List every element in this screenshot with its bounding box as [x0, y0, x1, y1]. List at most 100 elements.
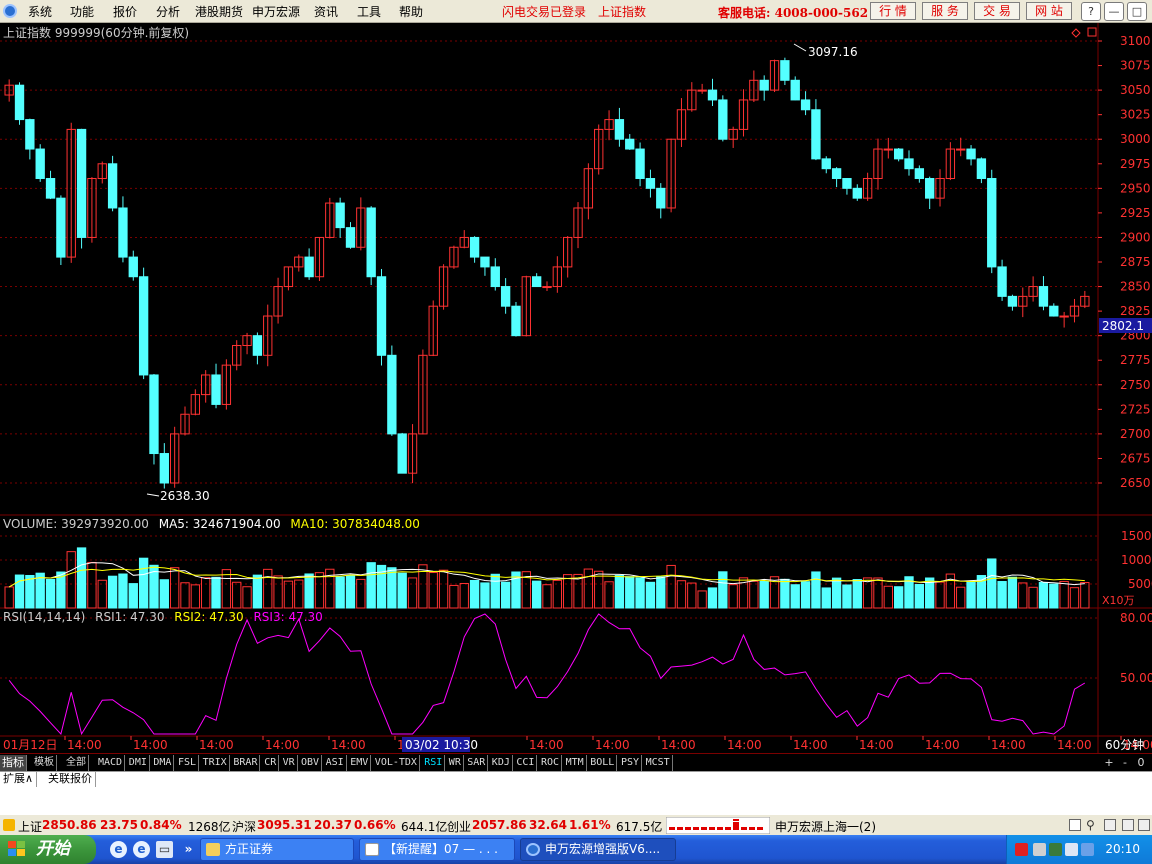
calc-icon[interactable]	[1122, 819, 1134, 831]
indicator-tab-kdj[interactable]: KDJ	[490, 755, 513, 771]
axes: 3100 3075 3050 3025 3000 2975 2950 2925 2900 2875…	[1098, 34, 1152, 685]
volume-bar	[1038, 581, 1049, 609]
indicator-tab-mcst[interactable]: MCST	[644, 755, 673, 771]
task-reminder[interactable]: 【新提醒】07 — . . .	[359, 838, 515, 861]
indicator-tab-dma[interactable]: DMA	[151, 755, 175, 771]
hs-change: 20.37	[314, 818, 352, 832]
indicator-tab-dmi[interactable]: DMI	[127, 755, 150, 771]
indicator-tab-asi[interactable]: ASI	[324, 755, 347, 771]
volume-icon[interactable]	[1033, 843, 1046, 856]
diamond-icon[interactable]	[1071, 28, 1081, 38]
volume-bar	[552, 579, 563, 609]
cy-value: 2057.86	[472, 818, 527, 832]
candle-body	[914, 168, 925, 180]
menu-analysis[interactable]: 分析	[156, 3, 180, 20]
indicator-tab-sar[interactable]: SAR	[465, 755, 489, 771]
indicator-tab-wr[interactable]: WR	[447, 755, 464, 771]
trade-button[interactable]: 交 易	[974, 2, 1020, 20]
cy-label[interactable]: 创业	[447, 818, 471, 835]
volume-bar	[138, 557, 149, 609]
indicator-tab-boll[interactable]: BOLL	[588, 755, 618, 771]
service-button[interactable]: 服 务	[922, 2, 968, 20]
volume-bar	[211, 576, 221, 609]
indicator-tab-vr[interactable]: VR	[281, 755, 298, 771]
show-desktop-icon[interactable]: ▭	[156, 841, 173, 858]
security-icon[interactable]	[1081, 843, 1094, 856]
chevron-right-icon[interactable]: »	[180, 841, 197, 858]
menu-function[interactable]: 功能	[70, 3, 94, 20]
indicator-tab-模板[interactable]: 模板	[32, 755, 57, 771]
indicator-tab-psy[interactable]: PSY	[619, 755, 643, 771]
volume-axis-label: 15000	[1121, 529, 1152, 543]
candle-body	[707, 89, 718, 101]
indicator-tab-fsl[interactable]: FSL	[176, 755, 200, 771]
menu-quote[interactable]: 报价	[113, 3, 137, 20]
status-window-icon[interactable]	[1069, 819, 1081, 831]
indicator-tab-全部[interactable]: 全部	[64, 755, 89, 771]
sh-label[interactable]: 上证	[18, 818, 42, 835]
reset-button[interactable]: 0	[1134, 755, 1148, 770]
volume-bar	[790, 584, 800, 609]
hs-pct: 0.66%	[354, 818, 396, 832]
candle-body	[252, 335, 263, 356]
volume-bar	[842, 584, 852, 609]
indicator-tab-obv[interactable]: OBV	[299, 755, 323, 771]
indicator-tab-macd[interactable]: MACD	[96, 755, 126, 771]
volume-bar	[966, 581, 976, 609]
menu-tools[interactable]: 工具	[357, 3, 381, 20]
menu-system[interactable]: 系统	[28, 3, 52, 20]
indicator-tab-brar[interactable]: BRAR	[231, 755, 261, 771]
panel-toggle-icon[interactable]	[1087, 27, 1097, 37]
volume-bar	[697, 590, 707, 609]
start-button[interactable]: 开始	[0, 835, 96, 864]
indicator-tab-cr[interactable]: CR	[262, 755, 280, 771]
indicator-tab-mtm[interactable]: MTM	[564, 755, 587, 771]
ie-icon[interactable]: e	[110, 841, 127, 858]
ie-alt-icon[interactable]: e	[133, 841, 150, 858]
antivirus-icon[interactable]	[1049, 843, 1062, 856]
server-name[interactable]: 申万宏源上海一(2)	[775, 818, 876, 835]
indicator-tab-指标[interactable]: 指标	[0, 755, 27, 771]
zoom-in-button[interactable]: +	[1102, 755, 1116, 770]
volume-bar	[180, 582, 190, 609]
indicator-tab-rsi[interactable]: RSI	[422, 755, 446, 771]
indicator-tab-trix[interactable]: TRIX	[201, 755, 230, 771]
candle-body	[335, 202, 345, 229]
hs-label[interactable]: 沪深	[232, 818, 256, 835]
menu-help[interactable]: 帮助	[399, 3, 423, 20]
indicator-tab-emv[interactable]: EMV	[348, 755, 372, 771]
menu-hk-futures[interactable]: 港股期货	[195, 3, 243, 20]
indicator-tab-vol-tdx[interactable]: VOL-TDX	[373, 755, 420, 771]
minimize-button[interactable]: —	[1104, 2, 1124, 21]
flash-trade-status[interactable]: 闪电交易已登录	[502, 3, 586, 20]
volume-bar	[263, 568, 273, 609]
network-icon[interactable]	[1015, 843, 1028, 856]
volume-bar	[873, 577, 883, 609]
system-tray: 20:10	[1006, 835, 1152, 864]
market-button[interactable]: 行 情	[870, 2, 916, 20]
period-label[interactable]: 60分钟	[1105, 737, 1144, 752]
volume-bar	[718, 571, 728, 609]
candle-body	[656, 187, 666, 209]
task-swhy[interactable]: 申万宏源增强版V6....	[520, 838, 676, 861]
indicator-tab-roc[interactable]: ROC	[539, 755, 563, 771]
related-quote-tab[interactable]: 关联报价	[45, 772, 96, 787]
settings-icon[interactable]	[1138, 819, 1150, 831]
volume-bar	[625, 576, 635, 609]
zoom-out-button[interactable]: -	[1118, 755, 1132, 770]
kline-chart[interactable]: 3100 3075 3050 3025 3000 2975 2950 2925 2900 2875…	[0, 23, 1152, 753]
menu-swhy[interactable]: 申万宏源	[252, 3, 300, 20]
indicator-tab-cci[interactable]: CCI	[514, 755, 538, 771]
time-axis-label: 14:00	[331, 738, 366, 752]
help-window-button[interactable]: ?	[1081, 2, 1101, 21]
website-button[interactable]: 网 站	[1026, 2, 1072, 20]
volume-bar	[604, 581, 614, 609]
lock-icon[interactable]	[1104, 819, 1116, 831]
shield-icon[interactable]	[1065, 843, 1078, 856]
task-fangzheng[interactable]: 方正证券	[200, 838, 354, 861]
expand-tab[interactable]: 扩展∧	[0, 772, 38, 787]
restore-button[interactable]: □	[1127, 2, 1147, 21]
volume-bar	[645, 581, 656, 609]
rsi3-line	[8, 613, 1086, 736]
menu-news[interactable]: 资讯	[314, 3, 338, 20]
